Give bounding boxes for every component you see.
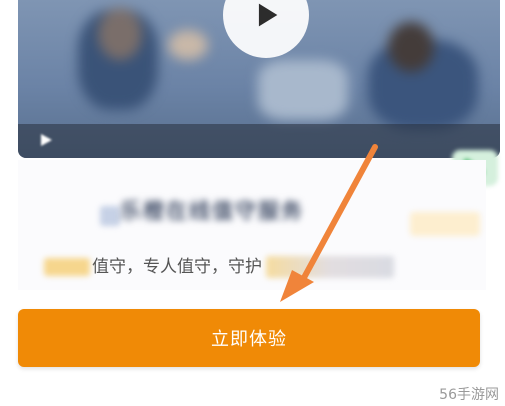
service-description: 值守，专人值守，守护	[44, 253, 394, 281]
service-headline: 乐橙在线值守服务	[120, 199, 304, 223]
description-text: 值守，专人值守，守护	[92, 257, 262, 277]
video-control-bar	[18, 124, 500, 158]
play-icon	[258, 3, 278, 27]
try-now-label: 立即体验	[211, 329, 287, 350]
headline-icon	[100, 206, 120, 226]
small-play-icon[interactable]	[38, 132, 54, 148]
promo-tag	[410, 212, 480, 236]
try-now-button[interactable]: 立即体验	[18, 309, 480, 367]
description-suffix-blurred	[266, 256, 394, 278]
video-player[interactable]	[18, 0, 500, 158]
description-prefix-blurred	[44, 258, 90, 276]
site-watermark: 56手游网	[439, 387, 499, 403]
